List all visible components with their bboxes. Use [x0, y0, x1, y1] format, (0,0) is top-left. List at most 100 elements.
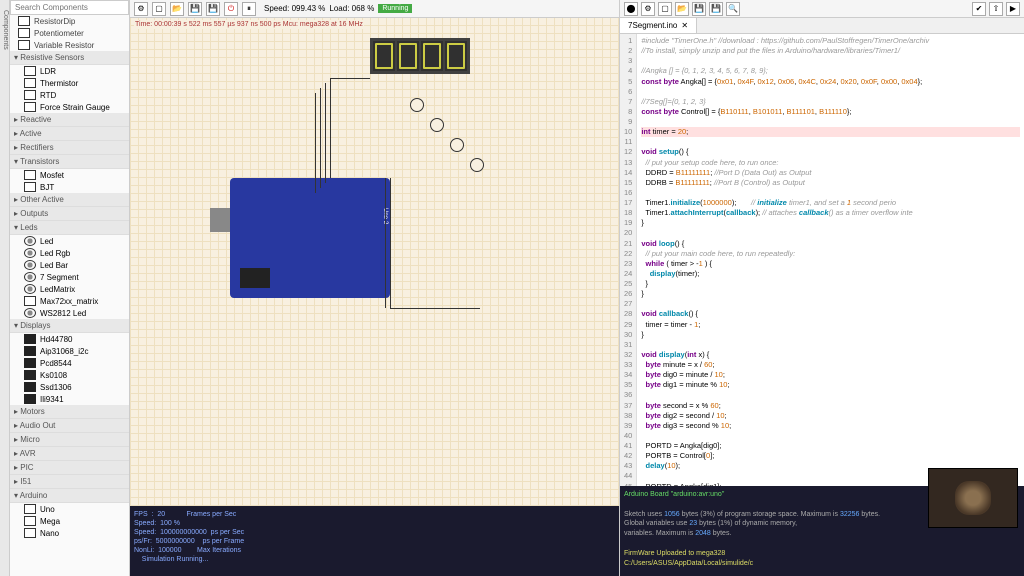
component-nano[interactable]: Nano — [10, 527, 129, 539]
component-mega[interactable]: Mega — [10, 515, 129, 527]
component-7-segment[interactable]: 7 Segment — [10, 271, 129, 283]
component-icon — [24, 296, 36, 306]
component-rtd[interactable]: RTD — [10, 89, 129, 101]
seven-segment-display[interactable] — [370, 38, 470, 74]
component-sidebar: ResistorDipPotentiometerVariable Resisto… — [10, 0, 130, 576]
circuit-canvas[interactable]: Time: 00:00:39 s 522 ms 557 µs 937 ns 50… — [130, 18, 619, 506]
component-icon — [24, 334, 36, 344]
category-micro[interactable]: ▸ Micro — [10, 433, 129, 447]
speed-label: Speed: 099.43 % — [264, 4, 325, 13]
sim-time-status: Time: 00:00:39 s 522 ms 557 µs 937 ns 50… — [134, 20, 364, 29]
component-icon — [24, 528, 36, 538]
component-icon — [24, 78, 36, 88]
power-icon[interactable]: ⏻ — [224, 2, 238, 16]
component-uno[interactable]: Uno — [10, 503, 129, 515]
category-arduino[interactable]: ▾ Arduino — [10, 489, 129, 503]
new-icon[interactable]: ▢ — [152, 2, 166, 16]
code-save-icon[interactable]: 💾 — [692, 2, 706, 16]
code-open-icon[interactable]: 📂 — [675, 2, 689, 16]
component-pcd8544[interactable]: Pcd8544 — [10, 357, 129, 369]
component-ledmatrix[interactable]: LedMatrix — [10, 283, 129, 295]
category-avr[interactable]: ▸ AVR — [10, 447, 129, 461]
component-icon — [24, 272, 36, 282]
component-icon — [18, 40, 30, 50]
component-ssd1306[interactable]: Ssd1306 — [10, 381, 129, 393]
component-icon — [24, 90, 36, 100]
category-displays[interactable]: ▾ Displays — [10, 319, 129, 333]
component-ldr[interactable]: LDR — [10, 65, 129, 77]
save-as-icon[interactable]: 💾 — [206, 2, 220, 16]
category-other-active[interactable]: ▸ Other Active — [10, 193, 129, 207]
component-icon — [24, 248, 36, 258]
component-icon — [24, 516, 36, 526]
seg-digit-2 — [421, 41, 443, 71]
component-led-bar[interactable]: Led Bar — [10, 259, 129, 271]
component-ks0108[interactable]: Ks0108 — [10, 369, 129, 381]
category-resistive-sensors[interactable]: ▾ Resistive Sensors — [10, 51, 129, 65]
component-aip31068_i2c[interactable]: Aip31068_i2c — [10, 345, 129, 357]
component-max72xx_matrix[interactable]: Max72xx_matrix — [10, 295, 129, 307]
component-mosfet[interactable]: Mosfet — [10, 169, 129, 181]
category-audio-out[interactable]: ▸ Audio Out — [10, 419, 129, 433]
component-variable-resistor[interactable]: Variable Resistor — [10, 39, 129, 51]
seg-digit-0 — [373, 41, 395, 71]
code-new-icon[interactable]: ▢ — [658, 2, 672, 16]
code-editor[interactable]: 1234567891011121314151617181920212223242… — [620, 34, 1024, 486]
code-saveas-icon[interactable]: 💾 — [709, 2, 723, 16]
component-icon — [24, 308, 36, 318]
webcam-overlay — [928, 468, 1018, 528]
component-icon — [24, 284, 36, 294]
save-icon[interactable]: 💾 — [188, 2, 202, 16]
code-settings-icon[interactable]: ⚙ — [641, 2, 655, 16]
code-tab-active[interactable]: 7Segment.ino✕ — [620, 18, 697, 33]
main-area: ⚙ ▢ 📂 💾 💾 ⏻ ⏸ Speed: 099.43 % Load: 068 … — [130, 0, 619, 576]
component-icon — [24, 504, 36, 514]
category-active[interactable]: ▸ Active — [10, 127, 129, 141]
component-led[interactable]: Led — [10, 235, 129, 247]
open-icon[interactable]: 📂 — [170, 2, 184, 16]
category-rectifiers[interactable]: ▸ Rectifiers — [10, 141, 129, 155]
component-icon — [24, 346, 36, 356]
running-badge: Running — [378, 4, 412, 13]
arduino-board[interactable]: Uno-2 — [230, 178, 390, 298]
component-ili9341[interactable]: Ili9341 — [10, 393, 129, 405]
component-icon — [18, 16, 30, 26]
transistor-3[interactable] — [450, 138, 464, 152]
run-icon[interactable]: ▶ — [1006, 2, 1020, 16]
component-icon — [24, 358, 36, 368]
category-pic[interactable]: ▸ PIC — [10, 461, 129, 475]
seg-digit-3 — [445, 41, 467, 71]
component-potentiometer[interactable]: Potentiometer — [10, 27, 129, 39]
close-icon[interactable]: ✕ — [681, 21, 688, 30]
seg-digit-1 — [397, 41, 419, 71]
component-resistordip[interactable]: ResistorDip — [10, 15, 129, 27]
component-force-strain-gauge[interactable]: Force Strain Gauge — [10, 101, 129, 113]
component-hd44780[interactable]: Hd44780 — [10, 333, 129, 345]
left-tab-strip[interactable]: Components — [0, 0, 10, 576]
search-input[interactable] — [10, 0, 129, 15]
sim-console: FPS : 20 Frames per SecSpeed: 100 %Speed… — [130, 506, 619, 576]
compile-icon[interactable]: ✔ — [972, 2, 986, 16]
transistor-2[interactable] — [430, 118, 444, 132]
upload-icon[interactable]: ⇧ — [989, 2, 1003, 16]
transistor-4[interactable] — [470, 158, 484, 172]
debug-icon[interactable]: ⬤ — [624, 2, 638, 16]
component-icon — [24, 170, 36, 180]
component-thermistor[interactable]: Thermistor — [10, 77, 129, 89]
settings-icon[interactable]: ⚙ — [134, 2, 148, 16]
component-icon — [24, 382, 36, 392]
transistor-1[interactable] — [410, 98, 424, 112]
pause-icon[interactable]: ⏸ — [242, 2, 256, 16]
code-toolbar: ⬤ ⚙ ▢ 📂 💾 💾 🔍 ✔ ⇧ ▶ — [620, 0, 1024, 18]
find-icon[interactable]: 🔍 — [726, 2, 740, 16]
component-led-rgb[interactable]: Led Rgb — [10, 247, 129, 259]
category-motors[interactable]: ▸ Motors — [10, 405, 129, 419]
code-tabs: 7Segment.ino✕ — [620, 18, 1024, 34]
component-ws2812-led[interactable]: WS2812 Led — [10, 307, 129, 319]
component-bjt[interactable]: BJT — [10, 181, 129, 193]
category-transistors[interactable]: ▾ Transistors — [10, 155, 129, 169]
category-i51[interactable]: ▸ I51 — [10, 475, 129, 489]
category-outputs[interactable]: ▸ Outputs — [10, 207, 129, 221]
category-reactive[interactable]: ▸ Reactive — [10, 113, 129, 127]
category-leds[interactable]: ▾ Leds — [10, 221, 129, 235]
